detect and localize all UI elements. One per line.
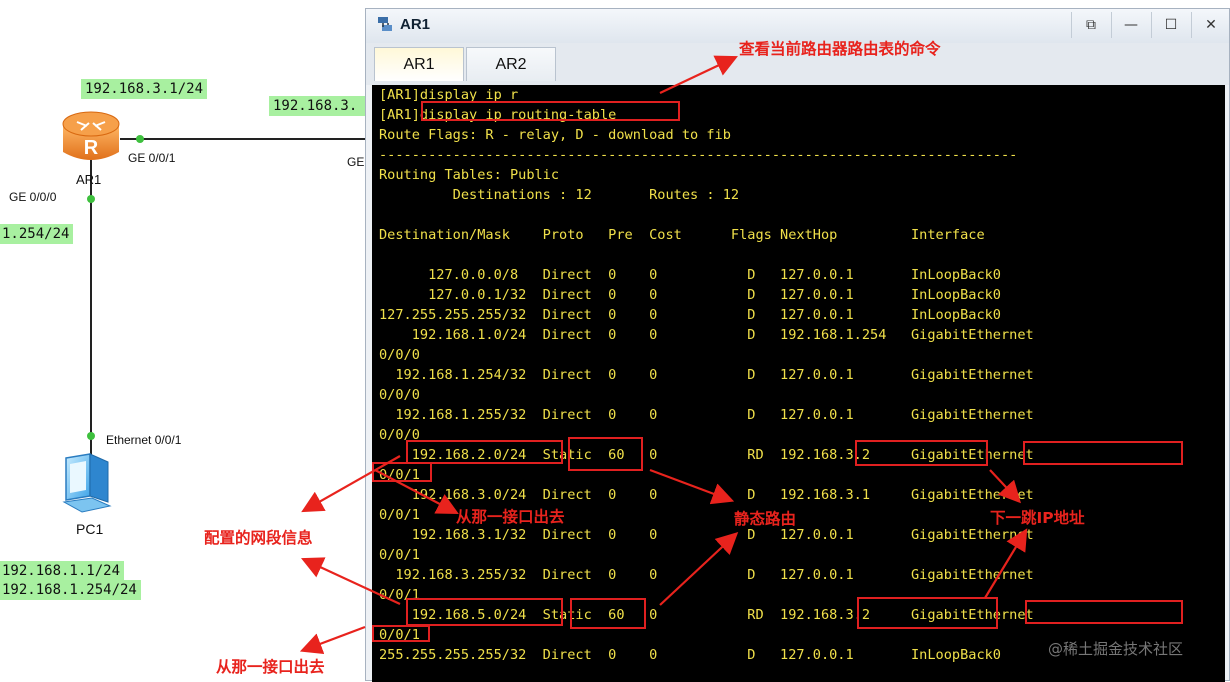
annotation-segment-info: 配置的网段信息 [204,529,313,547]
annotation-next-hop: 下一跳IP地址 [990,509,1085,527]
annotation-exit-interface-2: 从那一接口出去 [216,658,325,676]
annotation-static-route: 静态路由 [734,510,797,528]
annotation-exit-interface-1: 从那一接口出去 [456,508,565,526]
annotation-arrows [299,55,1028,655]
annotation-command: 查看当前路由器路由表的命令 [739,40,941,58]
watermark: @稀土掘金技术社区 [1048,640,1184,658]
